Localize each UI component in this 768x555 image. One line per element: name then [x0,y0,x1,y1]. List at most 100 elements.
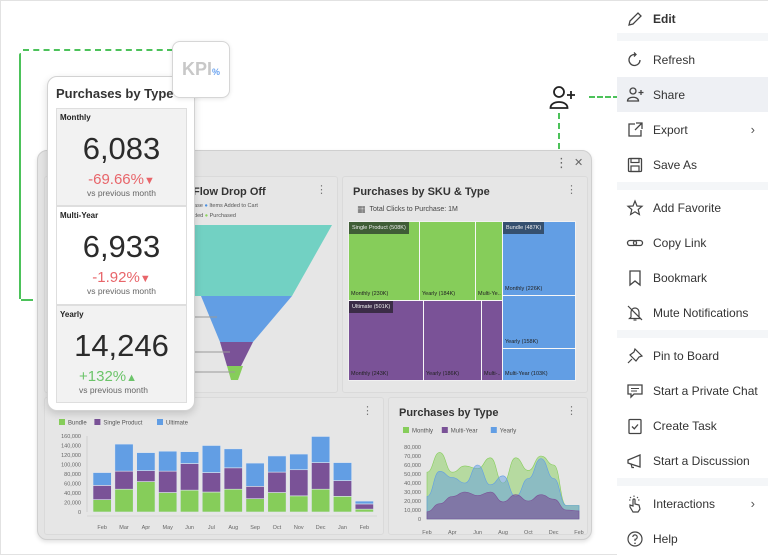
menu-item-copy-link[interactable]: Copy Link [617,225,768,260]
kpi-panel-multi-year[interactable]: Multi-Year 6,933 -1.92%▼ vs previous mon… [56,206,187,305]
y-tick-label: 20,000 [64,501,81,507]
bar-segment[interactable] [201,472,221,493]
menu-item-share[interactable]: Share [617,77,768,112]
bar-segment[interactable] [289,469,309,497]
bar-segment[interactable] [136,470,156,482]
y-tick-label: 160,000 [61,434,81,440]
menu-item-start-a-discussion[interactable]: Start a Discussion [617,443,768,478]
x-tick-label: Oct [273,525,282,531]
kpi-panel-change: -69.66%▼ [57,171,186,188]
bar-segment[interactable] [114,488,134,513]
menu-item-label: Start a Discussion [653,453,750,468]
bar-segment[interactable] [158,492,178,513]
arrow-down-icon: ▼ [139,273,151,285]
funnel-stage-2 [201,296,292,342]
x-tick-label: Oct [524,530,533,536]
bar-segment[interactable] [289,453,309,471]
bar-segment[interactable] [158,450,178,472]
y-tick-label: 10,000 [404,508,421,514]
treemap-cell[interactable]: Yearly (186K) [423,300,482,381]
bell-off-icon [626,304,644,322]
bar-segment[interactable] [201,445,221,473]
bar-segment[interactable] [311,436,331,463]
bar-segment[interactable] [114,443,134,472]
kpi-badge: KPI % [172,41,230,98]
treemap-cell[interactable]: Yearly (158K) [502,295,576,349]
bar-segment[interactable] [354,503,374,510]
bar-segment[interactable] [245,486,265,499]
treemap-cell-label: Monthly (243K) [351,371,389,377]
x-tick-label: Feb [574,530,583,536]
menu-item-label: Refresh [653,52,696,67]
bar-segment[interactable] [180,451,200,464]
bar-segment[interactable] [180,463,200,491]
treemap-menu-button[interactable]: ⋮ [566,185,577,196]
y-tick-label: 80,000 [404,445,421,451]
kpi-panel-monthly[interactable]: Monthly 6,083 -69.66%▼ vs previous month [56,108,187,206]
y-tick-label: 40,000 [404,481,421,487]
legend-label: Yearly [500,429,516,435]
menu-item-help[interactable]: Help [617,521,768,555]
bar-segment[interactable] [92,499,112,513]
bar-segment[interactable] [136,452,156,471]
menu-item-pin-to-board[interactable]: Pin to Board [617,338,768,373]
connector-kpi-bottom [21,299,33,301]
bar-segment[interactable] [267,471,287,493]
menu-item-mute-notifications[interactable]: Mute Notifications [617,295,768,330]
menu-item-export[interactable]: Export › [617,112,768,147]
bar-segment[interactable] [333,496,352,513]
kpi-panel-label: Multi-Year [60,211,99,220]
bar-segment[interactable] [180,489,200,513]
menu-item-interactions[interactable]: Interactions › [617,486,768,521]
bar-segment[interactable] [245,498,265,513]
x-tick-label: Dec [549,530,559,536]
bar-segment[interactable] [267,492,287,513]
bar-segment[interactable] [158,470,178,493]
menu-item-refresh[interactable]: Refresh [617,42,768,77]
export-icon [626,121,644,139]
menu-item-create-task[interactable]: Create Task [617,408,768,443]
y-tick-label: 0 [418,517,421,523]
bar-segment[interactable] [92,485,112,500]
dashboard-close-button[interactable]: ✕ [574,156,583,169]
bar-segment[interactable] [333,462,352,481]
x-tick-label: Jan [338,525,347,531]
bar-segment[interactable] [223,467,243,490]
kpi-panel-value: 14,246 [74,328,169,363]
bar-segment[interactable] [311,488,331,513]
kpi-panel-yearly[interactable]: Yearly 14,246 +132%▲ vs previous month [56,305,187,403]
bar-segment[interactable] [223,448,243,469]
kpi-card-title: Purchases by Type [56,86,174,101]
bar-segment[interactable] [201,491,221,513]
treemap-cell[interactable]: Multi-... [481,300,503,381]
bar-segment[interactable] [136,481,156,513]
menu-item-label: Create Task [653,418,717,433]
treemap-cell[interactable]: Multi-Ye... [475,221,503,301]
menu-item-save-as[interactable]: Save As [617,147,768,182]
bar-segment[interactable] [289,495,309,513]
menu-item-add-favorite[interactable]: Add Favorite [617,190,768,225]
y-tick-label: 100,000 [61,463,81,469]
menu-item-start-a-private-chat[interactable]: Start a Private Chat [617,373,768,408]
bar-segment[interactable] [114,470,134,490]
bar-segment[interactable] [267,455,287,473]
bar-segment[interactable] [311,462,331,490]
kpi-change-text: -1.92% [92,269,140,286]
kpi-panel-change: +132%▲ [57,368,186,385]
menu-item-edit[interactable]: Edit [617,1,768,36]
treemap-cell[interactable]: Yearly (184K) [419,221,476,301]
bar-segment[interactable] [333,480,352,497]
x-tick-label: Jun [473,530,482,536]
menu-item-label: Interactions [653,496,716,511]
legend-label: Single Product [103,421,142,427]
menu-item-bookmark[interactable]: Bookmark [617,260,768,295]
dashboard-more-button[interactable]: ⋮ [555,155,568,171]
kpi-panel-label: Monthly [60,113,91,122]
bar-segment[interactable] [354,508,374,513]
bar-segment[interactable] [223,488,243,513]
bar-segment[interactable] [92,472,112,486]
bar-segment[interactable] [245,462,265,487]
treemap-cell[interactable]: Multi-Year (103K) [502,348,576,381]
treemap-subtitle: ▦ Total Clicks to Purchase: 1M [357,204,458,215]
bar-segment[interactable] [354,500,374,505]
